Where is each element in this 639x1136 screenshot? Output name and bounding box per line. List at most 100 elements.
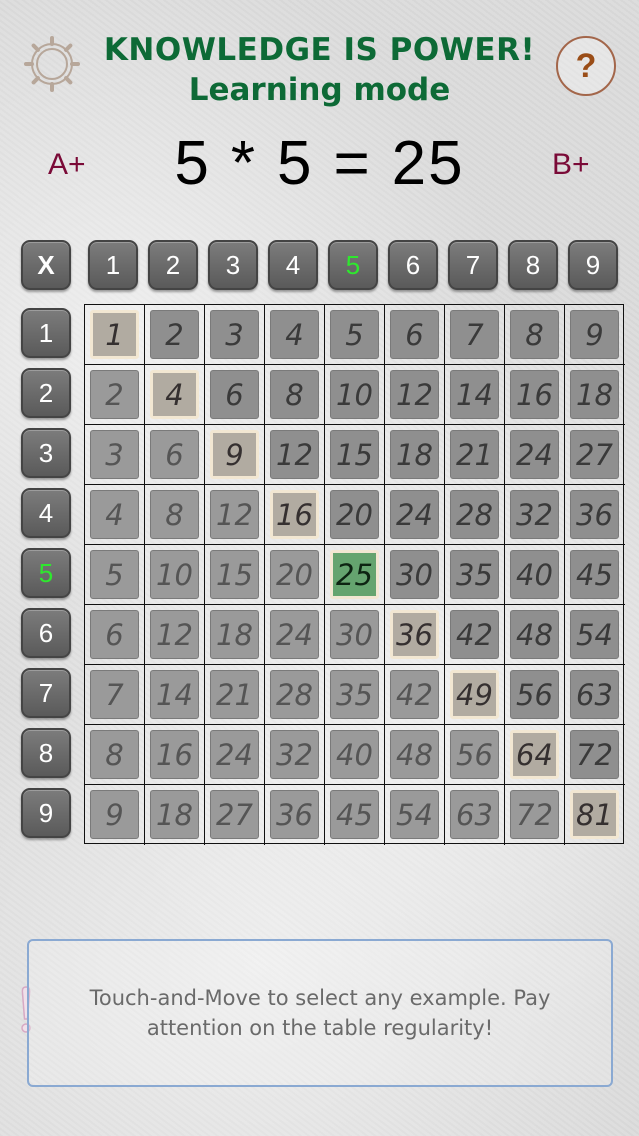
table-cell-3x3[interactable]: 9 — [205, 425, 265, 485]
table-cell-2x7[interactable]: 14 — [445, 365, 505, 425]
row-header-button-9[interactable]: 9 — [21, 788, 71, 838]
table-cell-8x5[interactable]: 40 — [325, 725, 385, 785]
table-cell-1x7[interactable]: 7 — [445, 305, 505, 365]
row-header-button-8[interactable]: 8 — [21, 728, 71, 778]
table-cell-1x8[interactable]: 8 — [505, 305, 565, 365]
row-header-button-6[interactable]: 6 — [21, 608, 71, 658]
table-cell-8x8[interactable]: 64 — [505, 725, 565, 785]
table-cell-3x6[interactable]: 18 — [385, 425, 445, 485]
table-cell-3x8[interactable]: 24 — [505, 425, 565, 485]
table-cell-4x5[interactable]: 20 — [325, 485, 385, 545]
table-cell-4x6[interactable]: 24 — [385, 485, 445, 545]
table-cell-2x2[interactable]: 4 — [145, 365, 205, 425]
table-cell-6x3[interactable]: 18 — [205, 605, 265, 665]
table-cell-2x9[interactable]: 18 — [565, 365, 625, 425]
table-cell-6x4[interactable]: 24 — [265, 605, 325, 665]
table-cell-9x7[interactable]: 63 — [445, 785, 505, 845]
table-cell-2x5[interactable]: 10 — [325, 365, 385, 425]
table-cell-5x7[interactable]: 35 — [445, 545, 505, 605]
table-cell-5x4[interactable]: 20 — [265, 545, 325, 605]
table-cell-7x5[interactable]: 35 — [325, 665, 385, 725]
row-header-button-2[interactable]: 2 — [21, 368, 71, 418]
table-cell-7x4[interactable]: 28 — [265, 665, 325, 725]
table-cell-1x2[interactable]: 2 — [145, 305, 205, 365]
column-header-button-1[interactable]: 1 — [88, 240, 138, 290]
table-cell-5x8[interactable]: 40 — [505, 545, 565, 605]
table-cell-7x1[interactable]: 7 — [85, 665, 145, 725]
table-cell-9x4[interactable]: 36 — [265, 785, 325, 845]
table-cell-4x8[interactable]: 32 — [505, 485, 565, 545]
row-header-button-7[interactable]: 7 — [21, 668, 71, 718]
table-cell-9x6[interactable]: 54 — [385, 785, 445, 845]
table-cell-7x2[interactable]: 14 — [145, 665, 205, 725]
help-button[interactable]: ? — [556, 36, 616, 96]
table-cell-6x8[interactable]: 48 — [505, 605, 565, 665]
table-cell-8x6[interactable]: 48 — [385, 725, 445, 785]
table-cell-8x7[interactable]: 56 — [445, 725, 505, 785]
table-cell-1x5[interactable]: 5 — [325, 305, 385, 365]
table-cell-2x6[interactable]: 12 — [385, 365, 445, 425]
table-cell-5x3[interactable]: 15 — [205, 545, 265, 605]
table-cell-4x9[interactable]: 36 — [565, 485, 625, 545]
table-cell-1x3[interactable]: 3 — [205, 305, 265, 365]
table-cell-5x2[interactable]: 10 — [145, 545, 205, 605]
table-cell-6x7[interactable]: 42 — [445, 605, 505, 665]
column-header-button-8[interactable]: 8 — [508, 240, 558, 290]
table-cell-4x1[interactable]: 4 — [85, 485, 145, 545]
column-header-button-4[interactable]: 4 — [268, 240, 318, 290]
table-cell-6x1[interactable]: 6 — [85, 605, 145, 665]
column-header-button-9[interactable]: 9 — [568, 240, 618, 290]
table-cell-2x1[interactable]: 2 — [85, 365, 145, 425]
table-cell-7x3[interactable]: 21 — [205, 665, 265, 725]
table-cell-8x9[interactable]: 72 — [565, 725, 625, 785]
table-cell-7x8[interactable]: 56 — [505, 665, 565, 725]
table-cell-3x5[interactable]: 15 — [325, 425, 385, 485]
table-cell-9x9[interactable]: 81 — [565, 785, 625, 845]
table-cell-3x1[interactable]: 3 — [85, 425, 145, 485]
row-header-button-3[interactable]: 3 — [21, 428, 71, 478]
table-cell-4x3[interactable]: 12 — [205, 485, 265, 545]
column-header-button-5[interactable]: 5 — [328, 240, 378, 290]
table-cell-9x3[interactable]: 27 — [205, 785, 265, 845]
table-cell-6x2[interactable]: 12 — [145, 605, 205, 665]
table-cell-6x6[interactable]: 36 — [385, 605, 445, 665]
corner-x-button[interactable]: X — [21, 240, 71, 290]
column-header-button-6[interactable]: 6 — [388, 240, 438, 290]
table-cell-5x6[interactable]: 30 — [385, 545, 445, 605]
table-cell-1x6[interactable]: 6 — [385, 305, 445, 365]
table-cell-3x9[interactable]: 27 — [565, 425, 625, 485]
table-cell-3x7[interactable]: 21 — [445, 425, 505, 485]
table-cell-7x7[interactable]: 49 — [445, 665, 505, 725]
row-header-button-1[interactable]: 1 — [21, 308, 71, 358]
table-cell-1x4[interactable]: 4 — [265, 305, 325, 365]
table-cell-4x4[interactable]: 16 — [265, 485, 325, 545]
table-cell-2x4[interactable]: 8 — [265, 365, 325, 425]
table-cell-2x8[interactable]: 16 — [505, 365, 565, 425]
table-cell-2x3[interactable]: 6 — [205, 365, 265, 425]
multiplication-table[interactable]: 1 2 3 4 5 6 7 8 9 2 4 6 8 10 12 14 16 18 3 6 9 12 15 18 21 24 27 4 8… — [84, 304, 625, 845]
table-cell-3x2[interactable]: 6 — [145, 425, 205, 485]
table-cell-3x4[interactable]: 12 — [265, 425, 325, 485]
table-cell-9x2[interactable]: 18 — [145, 785, 205, 845]
table-cell-6x9[interactable]: 54 — [565, 605, 625, 665]
table-cell-1x9[interactable]: 9 — [565, 305, 625, 365]
table-cell-9x5[interactable]: 45 — [325, 785, 385, 845]
table-cell-6x5[interactable]: 30 — [325, 605, 385, 665]
table-cell-9x8[interactable]: 72 — [505, 785, 565, 845]
table-cell-8x3[interactable]: 24 — [205, 725, 265, 785]
row-header-button-5[interactable]: 5 — [21, 548, 71, 598]
table-cell-8x2[interactable]: 16 — [145, 725, 205, 785]
table-cell-8x4[interactable]: 32 — [265, 725, 325, 785]
column-header-button-7[interactable]: 7 — [448, 240, 498, 290]
table-cell-7x9[interactable]: 63 — [565, 665, 625, 725]
table-cell-5x1[interactable]: 5 — [85, 545, 145, 605]
table-cell-9x1[interactable]: 9 — [85, 785, 145, 845]
column-header-button-2[interactable]: 2 — [148, 240, 198, 290]
table-cell-4x7[interactable]: 28 — [445, 485, 505, 545]
table-cell-1x1[interactable]: 1 — [85, 305, 145, 365]
column-header-button-3[interactable]: 3 — [208, 240, 258, 290]
table-cell-5x9[interactable]: 45 — [565, 545, 625, 605]
row-header-button-4[interactable]: 4 — [21, 488, 71, 538]
table-cell-5x5[interactable]: 25 — [325, 545, 385, 605]
table-cell-4x2[interactable]: 8 — [145, 485, 205, 545]
